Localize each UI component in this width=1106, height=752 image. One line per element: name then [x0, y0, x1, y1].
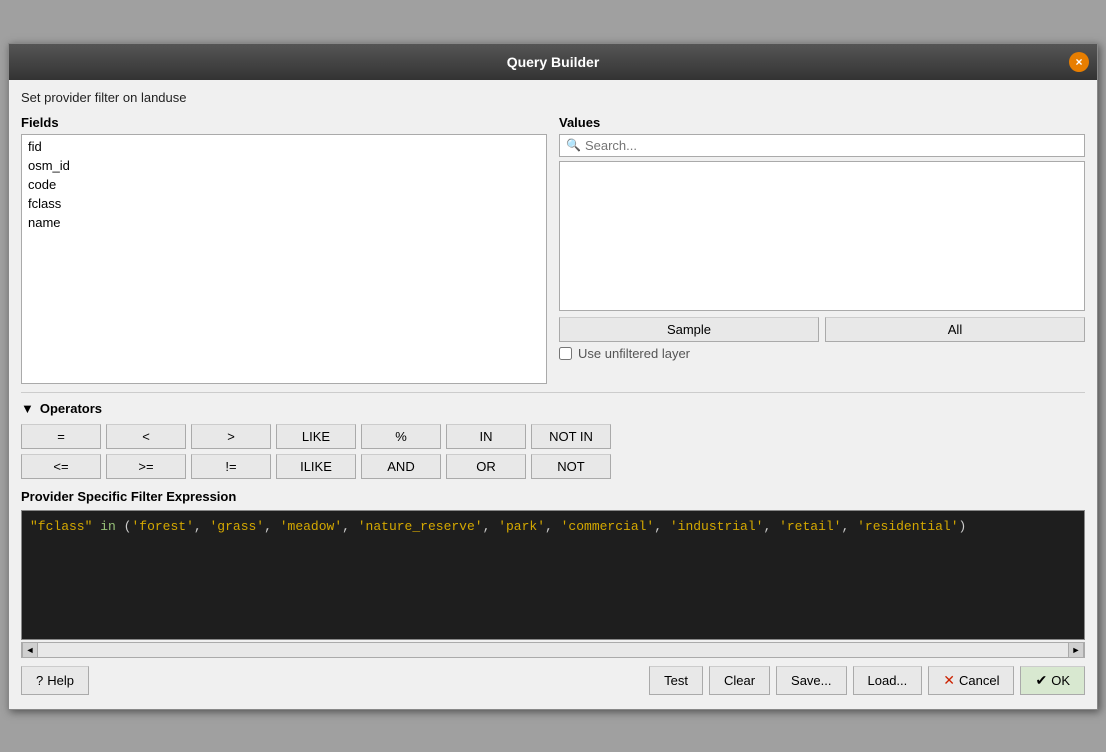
bottom-left-buttons: ? Help: [21, 666, 89, 695]
op-gte[interactable]: >=: [106, 454, 186, 479]
op-neq[interactable]: !=: [191, 454, 271, 479]
scroll-right-arrow[interactable]: ►: [1068, 642, 1084, 658]
bottom-buttons-bar: ? Help Test Clear Save... Load... ✕ Canc…: [21, 658, 1085, 699]
op-not[interactable]: NOT: [531, 454, 611, 479]
op-less[interactable]: <: [106, 424, 186, 449]
operators-section: ▼ Operators = < > LIKE % IN NOT IN <= >=…: [21, 392, 1085, 479]
op-and[interactable]: AND: [361, 454, 441, 479]
search-icon: 🔍: [566, 138, 581, 152]
cancel-icon: ✕: [943, 672, 955, 689]
values-panel: Values 🔍 Sample All Use unfiltered layer: [559, 115, 1085, 384]
operators-row-1: = < > LIKE % IN NOT IN: [21, 424, 1085, 449]
values-search-input[interactable]: [585, 138, 1078, 153]
title-bar: Query Builder ×: [9, 44, 1097, 80]
all-button[interactable]: All: [825, 317, 1085, 342]
scroll-track[interactable]: [38, 643, 1068, 657]
dialog-title: Query Builder: [507, 54, 600, 70]
field-item-fclass[interactable]: fclass: [22, 194, 546, 213]
use-unfiltered-checkbox[interactable]: [559, 347, 572, 360]
horizontal-scrollbar[interactable]: ◄ ►: [21, 642, 1085, 658]
op-not-in[interactable]: NOT IN: [531, 424, 611, 449]
dialog-subtitle: Set provider filter on landuse: [21, 90, 1085, 105]
help-button[interactable]: ? Help: [21, 666, 89, 695]
op-equals[interactable]: =: [21, 424, 101, 449]
values-label: Values: [559, 115, 1085, 130]
values-list[interactable]: [559, 161, 1085, 311]
filter-label: Provider Specific Filter Expression: [21, 489, 1085, 504]
operators-collapse-icon: ▼: [21, 401, 34, 416]
values-buttons-row: Sample All: [559, 317, 1085, 342]
help-icon: ?: [36, 673, 43, 688]
fields-panel: Fields fid osm_id code fclass name: [21, 115, 547, 384]
cancel-button[interactable]: ✕ Cancel: [928, 666, 1014, 695]
save-button[interactable]: Save...: [776, 666, 846, 695]
load-button[interactable]: Load...: [853, 666, 923, 695]
filter-section: Provider Specific Filter Expression "fcl…: [21, 489, 1085, 640]
use-unfiltered-label: Use unfiltered layer: [578, 346, 690, 361]
search-box: 🔍: [559, 134, 1085, 157]
op-in[interactable]: IN: [446, 424, 526, 449]
sample-button[interactable]: Sample: [559, 317, 819, 342]
op-greater[interactable]: >: [191, 424, 271, 449]
scroll-left-arrow[interactable]: ◄: [22, 642, 38, 658]
fields-label: Fields: [21, 115, 547, 130]
op-or[interactable]: OR: [446, 454, 526, 479]
fields-values-row: Fields fid osm_id code fclass name Value…: [21, 115, 1085, 384]
operators-row-2: <= >= != ILIKE AND OR NOT: [21, 454, 1085, 479]
fields-list[interactable]: fid osm_id code fclass name: [21, 134, 547, 384]
operators-grid: = < > LIKE % IN NOT IN <= >= != ILIKE AN…: [21, 424, 1085, 479]
field-item-code[interactable]: code: [22, 175, 546, 194]
operators-header[interactable]: ▼ Operators: [21, 401, 1085, 416]
field-item-fid[interactable]: fid: [22, 137, 546, 156]
use-unfiltered-row: Use unfiltered layer: [559, 346, 1085, 361]
filter-expression-textarea[interactable]: "fclass" in ('forest', 'grass', 'meadow'…: [21, 510, 1085, 640]
op-percent[interactable]: %: [361, 424, 441, 449]
clear-button[interactable]: Clear: [709, 666, 770, 695]
ok-icon: ✔: [1035, 672, 1047, 689]
op-like[interactable]: LIKE: [276, 424, 356, 449]
op-lte[interactable]: <=: [21, 454, 101, 479]
bottom-right-buttons: Test Clear Save... Load... ✕ Cancel ✔ OK: [649, 666, 1085, 695]
query-builder-dialog: Query Builder × Set provider filter on l…: [8, 43, 1098, 710]
field-item-osm-id[interactable]: osm_id: [22, 156, 546, 175]
close-button[interactable]: ×: [1069, 52, 1089, 72]
operators-label: Operators: [40, 401, 102, 416]
op-ilike[interactable]: ILIKE: [276, 454, 356, 479]
field-item-name[interactable]: name: [22, 213, 546, 232]
test-button[interactable]: Test: [649, 666, 703, 695]
ok-button[interactable]: ✔ OK: [1020, 666, 1085, 695]
dialog-body: Set provider filter on landuse Fields fi…: [9, 80, 1097, 709]
